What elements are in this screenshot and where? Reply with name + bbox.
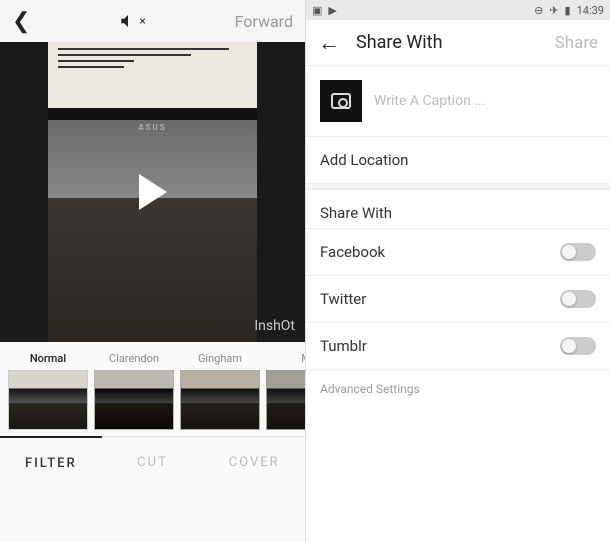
play-store-icon: ▶	[328, 4, 336, 17]
video-preview[interactable]: ASUS InshOt	[0, 42, 305, 342]
forward-button[interactable]: Forward	[235, 12, 293, 31]
filter-thumb	[8, 370, 88, 430]
filter-thumb	[266, 370, 305, 430]
editor-tabs: FILTER CUT COVER	[0, 436, 305, 488]
add-location-label: Add Location	[320, 151, 408, 169]
share-option-tumblr: Tumblr	[306, 322, 610, 369]
status-bar: ▣ ▶ ⊖ ✈ ▮ 14:39	[306, 0, 610, 20]
share-option-facebook: Facebook	[306, 228, 610, 275]
filter-strip: Normal Clarendon Gingham M	[0, 342, 305, 436]
filter-clarendon[interactable]: Clarendon	[94, 352, 174, 430]
toggle-facebook[interactable]	[560, 243, 596, 261]
share-pane: ▣ ▶ ⊖ ✈ ▮ 14:39 ← Share With Share Write…	[305, 0, 610, 542]
tab-filter[interactable]: FILTER	[0, 436, 102, 488]
editor-pane: ❮ × Forward ASUS InshOt Normal Clarendon…	[0, 0, 305, 542]
option-label: Twitter	[320, 290, 366, 308]
filter-thumb	[94, 370, 174, 430]
page-title: Share With	[356, 32, 442, 53]
back-icon[interactable]: ❮	[12, 9, 30, 34]
share-button[interactable]: Share	[555, 33, 598, 53]
caption-row: Write A Caption ...	[306, 66, 610, 136]
image-icon: ▣	[312, 4, 322, 17]
share-header: ← Share With Share	[306, 20, 610, 66]
advanced-settings[interactable]: Advanced Settings	[306, 369, 610, 408]
dnd-icon: ⊖	[534, 4, 543, 17]
share-with-label: Share With	[306, 189, 610, 228]
watermark: InshOt	[254, 318, 295, 334]
option-label: Facebook	[320, 243, 385, 261]
filter-thumb	[180, 370, 260, 430]
filter-gingham[interactable]: Gingham	[180, 352, 260, 430]
filter-normal[interactable]: Normal	[8, 352, 88, 430]
clock: 14:39	[577, 4, 604, 17]
filter-label: M	[266, 352, 305, 366]
laptop-logo: ASUS	[139, 123, 167, 132]
toggle-twitter[interactable]	[560, 290, 596, 308]
play-icon[interactable]	[139, 174, 167, 210]
add-location-row[interactable]: Add Location	[306, 136, 610, 183]
video-thumbnail[interactable]	[320, 80, 362, 122]
back-arrow-icon[interactable]: ←	[318, 30, 340, 56]
caption-input[interactable]: Write A Caption ...	[374, 93, 485, 109]
option-label: Tumblr	[320, 337, 367, 355]
tab-cover[interactable]: COVER	[203, 437, 305, 488]
filter-label: Clarendon	[94, 352, 174, 366]
battery-icon: ▮	[565, 4, 571, 17]
camera-icon	[331, 93, 351, 109]
tab-cut[interactable]: CUT	[102, 437, 204, 488]
toggle-tumblr[interactable]	[560, 337, 596, 355]
filter-label: Normal	[8, 352, 88, 366]
mute-icon[interactable]: ×	[119, 12, 145, 30]
filter-more[interactable]: M	[266, 352, 305, 430]
editor-header: ❮ × Forward	[0, 0, 305, 42]
airplane-icon: ✈	[549, 4, 558, 17]
share-option-twitter: Twitter	[306, 275, 610, 322]
filter-label: Gingham	[180, 352, 260, 366]
